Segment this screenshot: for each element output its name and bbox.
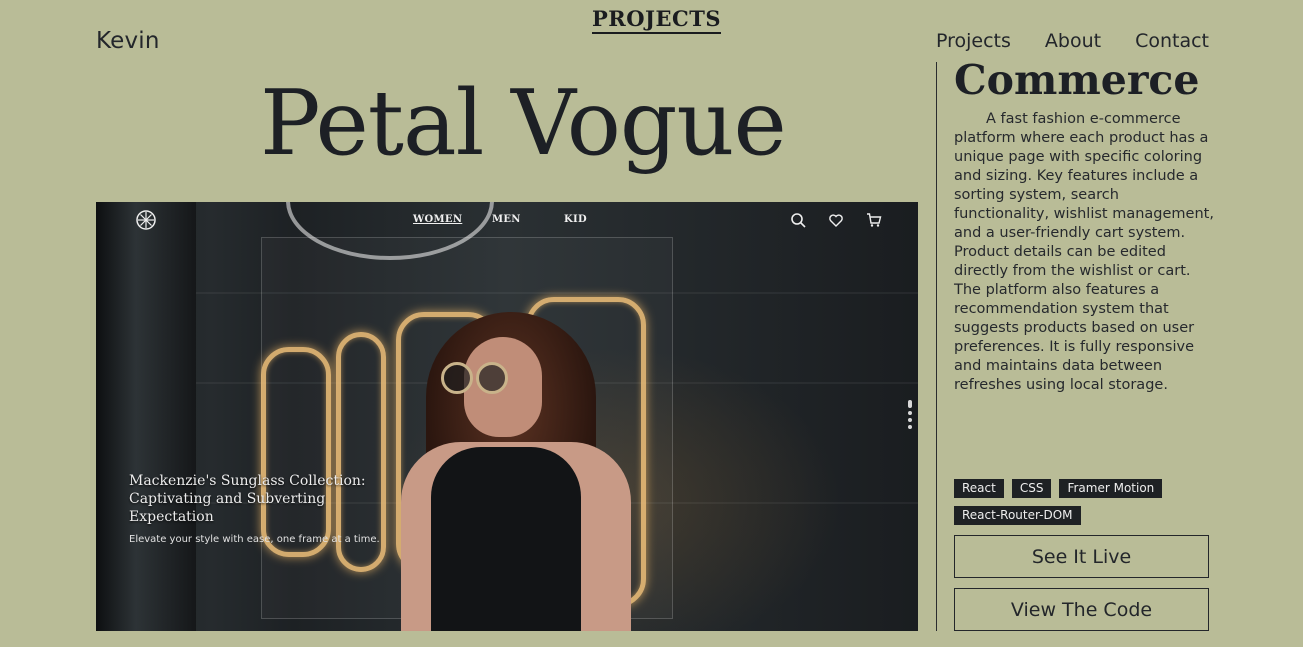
tag-css: CSS [1011,479,1052,498]
nav-contact[interactable]: Contact [1135,30,1209,52]
page-heading: PROJECTS [592,6,721,34]
project-description: A fast fashion e-commerce platform where… [954,111,1214,393]
main-nav: Projects About Contact [936,30,1209,52]
preview-hero-heading: Mackenzie's Sunglass Collection: Captiva… [129,473,366,525]
preview-sunglasses [476,362,508,394]
heart-icon[interactable] [828,212,844,228]
vertical-divider [936,62,937,631]
tag-react-router-dom: React-Router-DOM [954,506,1081,525]
tag-framer-motion: Framer Motion [1059,479,1163,498]
nav-projects[interactable]: Projects [936,30,1011,52]
preview-navbar: WOMEN MEN KID [96,202,918,238]
preview-nav-men[interactable]: MEN [492,214,564,225]
view-the-code-button[interactable]: View The Code [954,588,1209,631]
preview-scroll-indicator [908,400,912,432]
tag-react: React [954,479,1004,498]
preview-model-top [431,447,581,631]
preview-nav-kid[interactable]: KID [564,214,587,225]
nav-about[interactable]: About [1045,30,1101,52]
logo-name[interactable]: Kevin [96,28,160,54]
project-preview-image[interactable]: WOMEN MEN KID Mackenzie's Sunglass Colle… [96,202,918,631]
search-icon[interactable] [790,212,806,228]
preview-nav-women[interactable]: WOMEN [413,214,492,225]
preview-wall-pillar [96,202,196,631]
project-title: Petal Vogue [260,71,787,176]
project-category: Commerce [954,56,1200,104]
cart-icon[interactable] [866,212,882,228]
tech-tags: React CSS Framer Motion React-Router-DOM [954,479,1214,525]
see-it-live-button[interactable]: See It Live [954,535,1209,578]
preview-hero-subtext: Elevate your style with ease, one frame … [129,534,380,545]
preview-sunglasses [441,362,473,394]
preview-logo-icon [136,210,156,230]
preview-hero-caption: Mackenzie's Sunglass Collection: Captiva… [129,472,389,545]
